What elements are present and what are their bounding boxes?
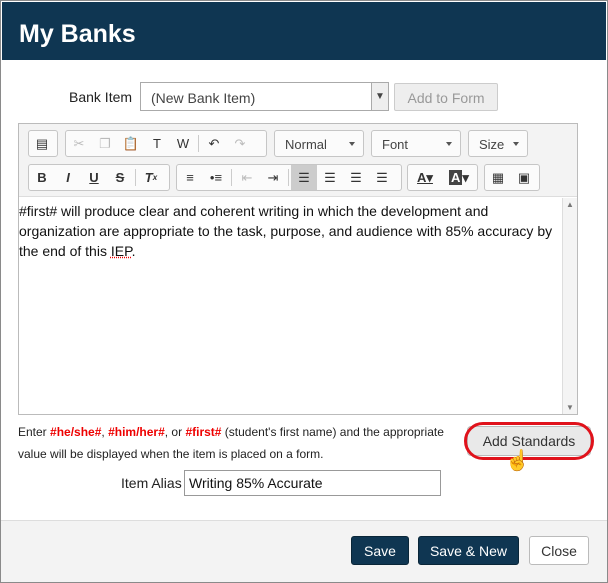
paste-text-icon[interactable]: T	[144, 131, 170, 156]
caret-down-icon	[513, 142, 519, 146]
bank-item-select[interactable]: (New Bank Item) ▼	[140, 82, 389, 111]
bank-item-value: (New Bank Item)	[151, 90, 256, 106]
underline-icon[interactable]: U	[81, 165, 107, 190]
italic-icon[interactable]: I	[55, 165, 81, 190]
save-button[interactable]: Save	[351, 536, 409, 565]
paste-icon[interactable]: 📋	[118, 131, 144, 156]
background-color-icon[interactable]: A ▾	[442, 165, 476, 190]
justify-icon[interactable]: ☰	[369, 165, 395, 190]
strikethrough-icon[interactable]: S	[107, 165, 133, 190]
editor-content[interactable]: #first# will produce clear and coherent …	[19, 201, 563, 261]
rich-text-editor: ▤ ✂ ❐ 📋 T W ↶ ↷ Normal Font Size B I U S…	[18, 123, 578, 415]
editor-text-end: .	[131, 243, 136, 259]
add-to-form-button[interactable]: Add to Form	[394, 83, 498, 111]
format-value: Normal	[285, 137, 327, 152]
table-icon[interactable]: ▦	[485, 165, 511, 190]
caret-down-icon	[446, 142, 452, 146]
chevron-down-icon: ▼	[371, 83, 388, 110]
indent-icon[interactable]: ⇥	[260, 165, 286, 190]
editor-scrollbar[interactable]: ▲ ▼	[562, 198, 577, 414]
scroll-down-icon[interactable]: ▼	[566, 403, 574, 412]
item-alias-input[interactable]: Writing 85% Accurate	[184, 470, 441, 496]
item-alias-label: Item Alias	[121, 475, 182, 491]
hand-cursor-icon: ☝	[505, 450, 530, 472]
close-button[interactable]: Close	[529, 536, 589, 565]
image-icon[interactable]: ▣	[511, 165, 537, 190]
size-value: Size	[479, 137, 505, 152]
bank-item-label: Bank Item	[69, 89, 133, 105]
editor-text: #first# will produce clear and coherent …	[19, 203, 553, 259]
format-dropdown[interactable]: Normal	[274, 130, 364, 157]
dialog-title: My Banks	[2, 2, 606, 60]
align-center-icon[interactable]: ☰	[317, 165, 343, 190]
placeholder-help-text: Enter #he/she#, #him/her#, or #first# (s…	[18, 425, 444, 461]
bold-icon[interactable]: B	[29, 165, 55, 190]
size-dropdown[interactable]: Size	[468, 130, 528, 157]
scroll-up-icon[interactable]: ▲	[566, 200, 574, 209]
undo-icon[interactable]: ↶	[201, 131, 227, 156]
paste-word-icon[interactable]: W	[170, 131, 196, 156]
caret-down-icon	[349, 142, 355, 146]
text-color-icon[interactable]: A▾	[408, 165, 442, 190]
align-right-icon[interactable]: ☰	[343, 165, 369, 190]
font-dropdown[interactable]: Font	[371, 130, 461, 157]
cut-icon[interactable]: ✂	[66, 131, 92, 156]
save-and-new-button[interactable]: Save & New	[418, 536, 519, 565]
misspelled-word: IEP	[110, 243, 132, 259]
redo-icon[interactable]: ↷	[227, 131, 253, 156]
editor-toolbar: ▤ ✂ ❐ 📋 T W ↶ ↷ Normal Font Size B I U S…	[19, 124, 577, 197]
numbered-list-icon[interactable]: ≡	[177, 165, 203, 190]
align-left-icon[interactable]: ☰	[291, 165, 317, 190]
remove-format-icon[interactable]: Tx	[138, 165, 164, 190]
font-value: Font	[382, 137, 409, 152]
copy-icon[interactable]: ❐	[92, 131, 118, 156]
outdent-icon[interactable]: ⇤	[234, 165, 260, 190]
bulleted-list-icon[interactable]: •≡	[203, 165, 229, 190]
source-icon[interactable]: ▤	[29, 131, 55, 156]
